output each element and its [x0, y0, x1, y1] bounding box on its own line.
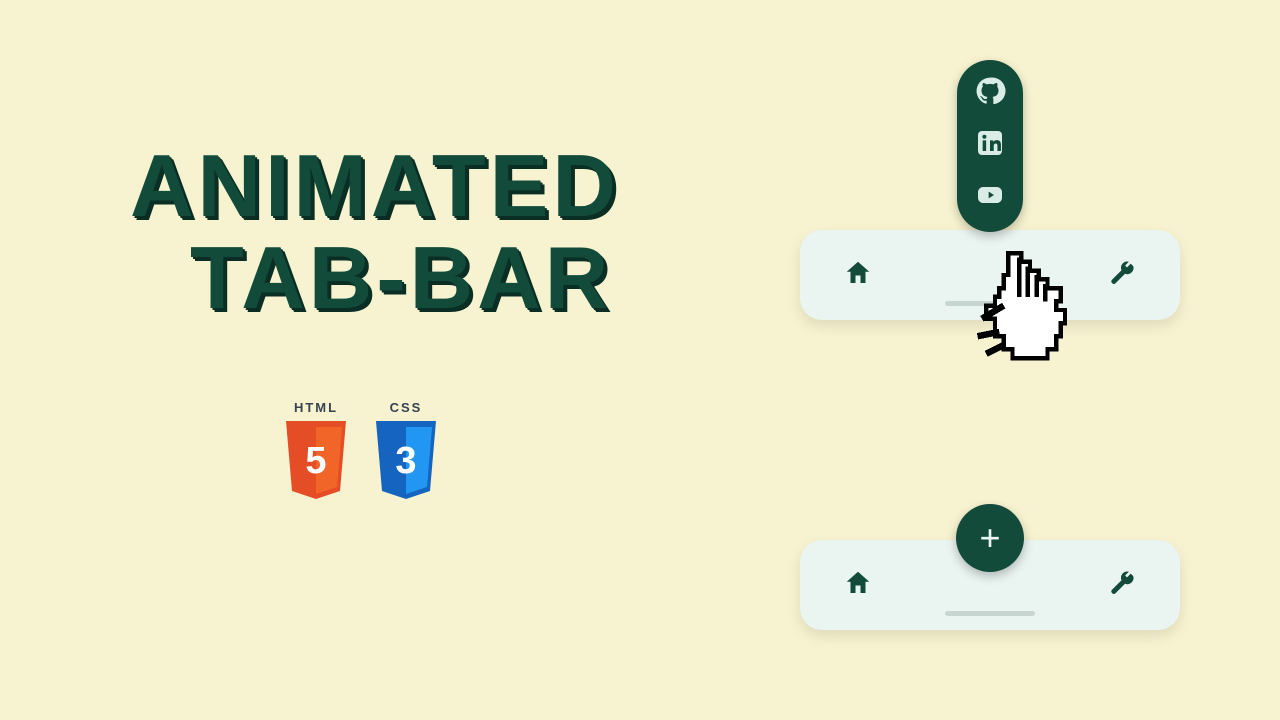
tab-home-button[interactable]: [838, 565, 878, 605]
html5-shield-icon: 5: [280, 419, 352, 503]
tab-bar-collapsed: +: [800, 540, 1180, 630]
tab-tools-button[interactable]: [1102, 565, 1142, 605]
youtube-icon: [974, 179, 1006, 216]
css3-label: CSS: [390, 400, 423, 415]
fab-social-menu[interactable]: [957, 60, 1023, 232]
page-title: Animated Tab-Bar: [130, 140, 690, 325]
home-icon: [843, 568, 873, 603]
social-linkedin-button[interactable]: [971, 126, 1009, 164]
headline-line-1: Animated: [130, 140, 690, 232]
social-github-button[interactable]: [971, 74, 1009, 112]
tab-home-button[interactable]: [838, 255, 878, 295]
home-icon: [843, 258, 873, 293]
css3-glyph: 3: [395, 440, 416, 482]
linkedin-icon: [974, 127, 1006, 164]
html5-label: HTML: [294, 400, 338, 415]
social-youtube-button[interactable]: [971, 178, 1009, 216]
tech-badges: HTML 5 CSS 3: [280, 400, 442, 503]
html5-badge: HTML 5: [280, 400, 352, 503]
wrench-icon: [1107, 568, 1137, 603]
html5-glyph: 5: [305, 440, 326, 482]
fab-add-button[interactable]: +: [956, 504, 1024, 572]
css3-shield-icon: 3: [370, 419, 442, 503]
plus-icon: +: [979, 517, 1000, 559]
github-icon: [974, 75, 1006, 112]
headline-line-2: Tab-Bar: [190, 232, 690, 324]
tab-bar-expanded: [800, 230, 1180, 320]
tab-tools-button[interactable]: [1102, 255, 1142, 295]
wrench-icon: [1107, 258, 1137, 293]
css3-badge: CSS 3: [370, 400, 442, 503]
